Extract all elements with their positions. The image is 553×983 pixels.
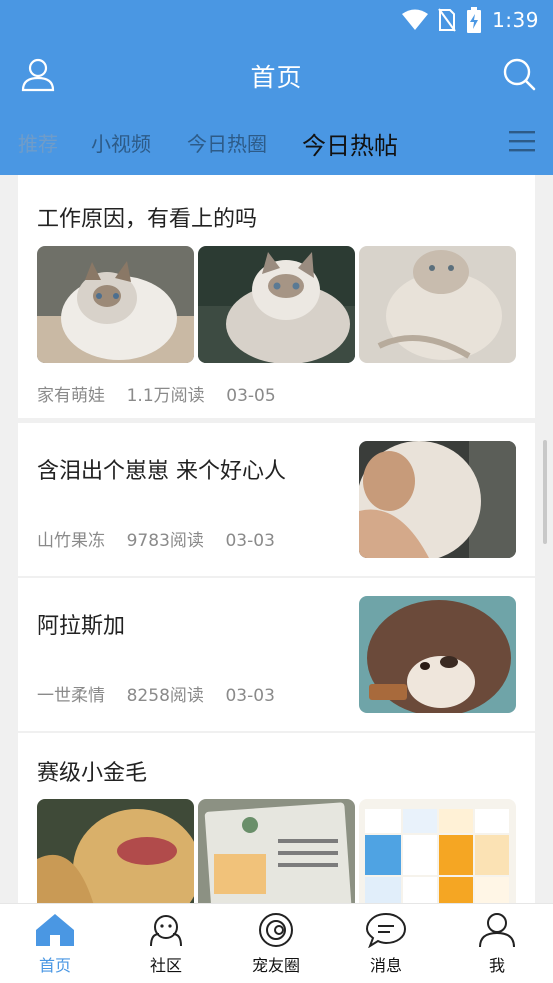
post-image-pedigree[interactable]	[359, 799, 516, 903]
post-image-golden-2[interactable]	[198, 799, 355, 903]
nav-label: 首页	[38, 956, 71, 975]
post-image-golden-1[interactable]	[37, 799, 194, 903]
post-card[interactable]: 赛级小金毛	[18, 733, 535, 903]
post-image-malamute[interactable]	[359, 596, 516, 713]
tab-hot-posts[interactable]: 今日热帖	[302, 126, 398, 161]
tab-short-video[interactable]: 小视频	[91, 128, 151, 157]
nav-label: 消息	[369, 956, 402, 975]
no-sim-icon	[438, 8, 456, 32]
post-meta: 家有萌娃 1.1万阅读 03-05	[37, 386, 276, 406]
nav-label: 宠友圈	[251, 956, 300, 975]
nav-me[interactable]: 我	[457, 912, 537, 976]
nav-home[interactable]: 首页	[15, 912, 95, 976]
post-meta: 山竹果冻 9783阅读 03-03	[37, 531, 275, 551]
pet-circle-icon	[259, 913, 293, 947]
home-icon	[36, 914, 74, 946]
message-icon	[365, 912, 407, 948]
app-header: 1:39 首页 推荐 小视频 今日热圈 今日热帖	[0, 0, 553, 175]
post-image-cat-1[interactable]	[37, 246, 194, 363]
post-card[interactable]: 含泪出个崽崽 来个好心人 山竹果冻 9783阅读 03-03	[18, 423, 535, 576]
post-image-cat-3[interactable]	[359, 246, 516, 363]
wifi-icon	[402, 9, 429, 30]
status-time: 1:39	[492, 8, 539, 32]
scrollbar[interactable]	[543, 440, 547, 544]
community-icon	[150, 915, 182, 947]
post-image-puppy[interactable]	[359, 441, 516, 558]
status-bar: 1:39	[402, 7, 539, 33]
menu-icon[interactable]	[509, 130, 535, 152]
post-meta: 一世柔情 8258阅读 03-03	[37, 686, 275, 706]
post-title: 赛级小金毛	[37, 761, 148, 786]
battery-charging-icon	[467, 7, 482, 33]
nav-community[interactable]: 社区	[126, 912, 206, 976]
title-bar: 首页	[0, 50, 553, 100]
nav-label: 我	[488, 956, 505, 975]
post-card[interactable]: 阿拉斯加 一世柔情 8258阅读 03-03	[18, 578, 535, 731]
page-title: 首页	[250, 63, 303, 92]
post-image-cat-2[interactable]	[198, 246, 355, 363]
bottom-nav: 首页 社区 宠友圈 消息 我	[0, 903, 553, 983]
post-title: 工作原因，有看上的吗	[37, 207, 258, 232]
tab-hot-circles[interactable]: 今日热圈	[187, 128, 267, 157]
nav-label: 社区	[149, 956, 182, 975]
tab-recommend[interactable]: 推荐	[18, 128, 58, 157]
post-card[interactable]: 工作原因，有看上的吗 家有萌娃 1.1万阅读 03-05	[18, 175, 535, 418]
search-icon[interactable]	[501, 56, 537, 92]
nav-messages[interactable]: 消息	[346, 912, 426, 976]
post-feed[interactable]: 工作原因，有看上的吗 家有萌娃 1.1万阅读 03-05 含泪出个崽崽 来个好心…	[18, 175, 535, 903]
post-title: 阿拉斯加	[37, 614, 126, 639]
post-title: 含泪出个崽崽 来个好心人	[37, 459, 286, 484]
tab-bar: 推荐 小视频 今日热圈 今日热帖	[0, 122, 553, 166]
profile-icon	[479, 913, 515, 948]
nav-pet-circle[interactable]: 宠友圈	[236, 912, 316, 976]
